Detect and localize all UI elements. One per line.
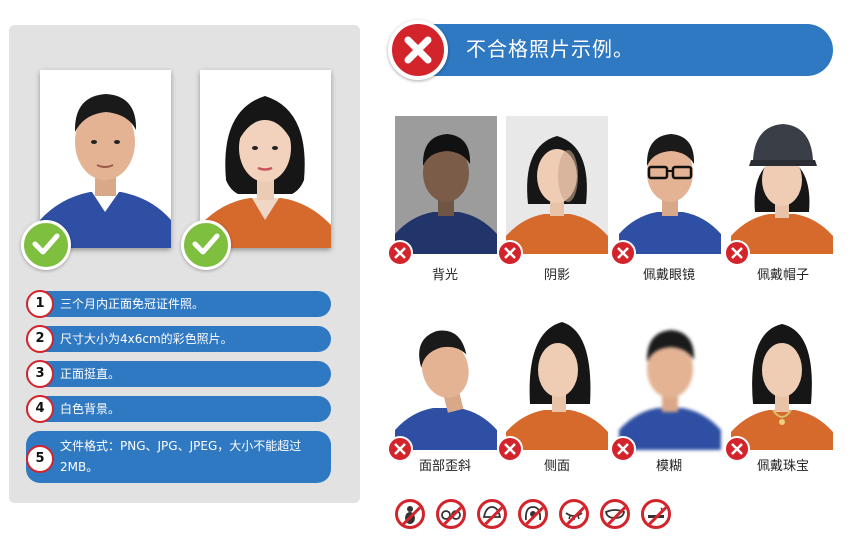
- x-icon: [610, 240, 636, 266]
- bad-photo-backlight: [395, 116, 497, 254]
- bad-photo-side: [506, 312, 608, 450]
- no-glasses-icon: [436, 499, 466, 529]
- rule-text: 正面挺直。: [60, 367, 121, 381]
- bad-label: 背光: [431, 268, 458, 283]
- bad-label: 佩戴帽子: [756, 268, 809, 283]
- check-icon: [21, 220, 71, 270]
- no-pregnancy-icon: [395, 499, 425, 529]
- rule-text: 三个月内正面免冠证件照。: [60, 297, 205, 311]
- rule-text: 尺寸大小为4x6cm的彩色照片。: [60, 332, 233, 346]
- bad-photo-hat: [731, 116, 833, 254]
- x-icon: [497, 240, 523, 266]
- bad-label: 佩戴眼镜: [642, 268, 695, 283]
- rule-item: 3 正面挺直。: [26, 360, 331, 388]
- bad-label: 阴影: [543, 268, 570, 283]
- bad-photo-shadow: [506, 116, 608, 254]
- no-hair-cover-icon: [518, 499, 548, 529]
- bad-photo-tilted: [395, 312, 497, 450]
- good-photo-man: [40, 70, 171, 248]
- good-photo-woman: [200, 70, 331, 248]
- rule-number: 1: [26, 290, 54, 318]
- bad-label: 模糊: [655, 459, 682, 474]
- bad-label: 佩戴珠宝: [756, 459, 809, 474]
- rule-item: 5 文件格式：PNG、JPG、JPEG，大小不能超过2MB。: [26, 431, 331, 483]
- no-eye-closed-icon: [559, 499, 589, 529]
- x-icon: [724, 240, 750, 266]
- no-smoking-icon: [641, 499, 671, 529]
- rule-number: 4: [26, 395, 54, 423]
- rule-text: 白色背景。: [60, 402, 121, 416]
- x-icon: [387, 240, 413, 266]
- check-icon: [181, 220, 231, 270]
- bad-photo-blurry: [619, 312, 721, 450]
- rule-number: 2: [26, 325, 54, 353]
- rule-item: 4 白色背景。: [26, 395, 331, 423]
- page-title: 不合格照片示例。: [466, 37, 634, 61]
- bad-photo-glasses: [619, 116, 721, 254]
- rule-number: 5: [26, 445, 54, 473]
- rule-item: 2 尺寸大小为4x6cm的彩色照片。: [26, 325, 331, 353]
- rule-item: 1 三个月内正面免冠证件照。: [26, 290, 331, 318]
- close-icon: [388, 20, 448, 80]
- bad-label: 侧面: [543, 459, 570, 474]
- rule-number: 3: [26, 360, 54, 388]
- bad-photo-jewelry: [731, 312, 833, 450]
- bad-label: 面部歪斜: [418, 459, 471, 474]
- rule-text: 文件格式：PNG、JPG、JPEG，大小不能超过2MB。: [60, 439, 302, 474]
- no-hat-icon: [477, 499, 507, 529]
- no-mask-icon: [600, 499, 630, 529]
